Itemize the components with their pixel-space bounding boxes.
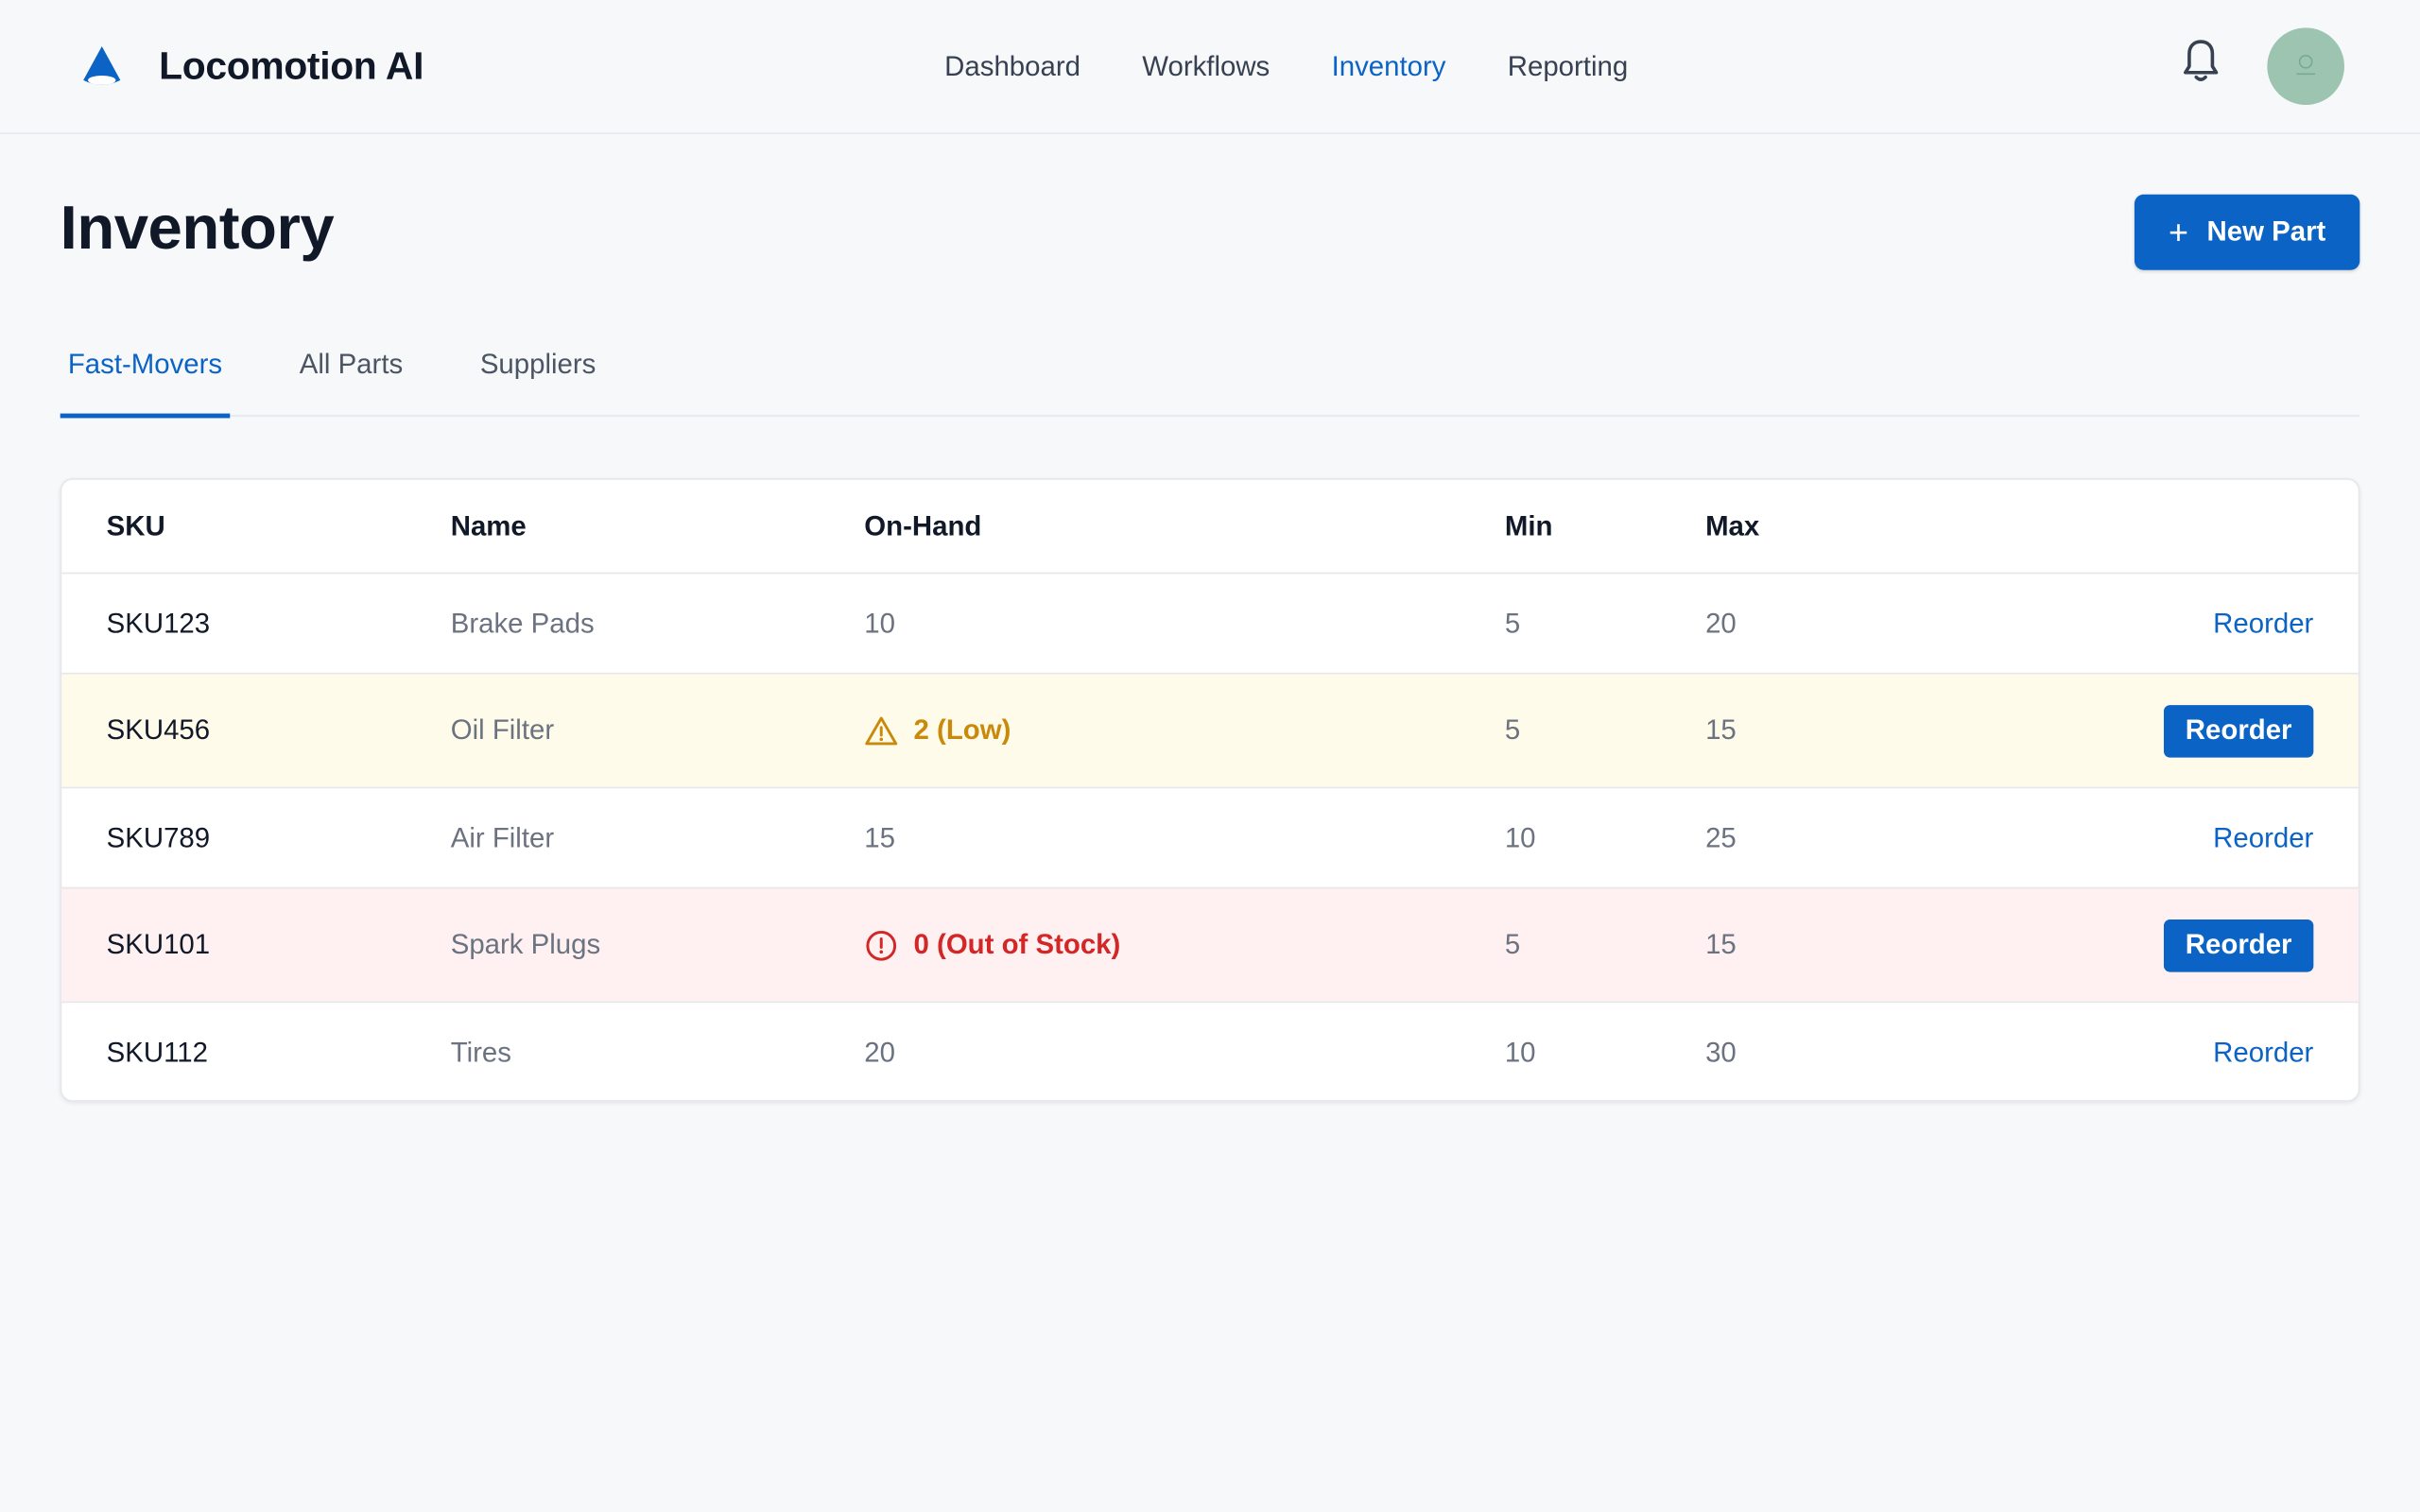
cell-on-hand: 20 [864,1037,895,1068]
nav-item-reporting[interactable]: Reporting [1508,50,1628,82]
table-row[interactable]: SKU101 Spark Plugs 0 (Out of Stock) 5 15… [61,886,2359,1002]
cell-on-hand: 0 (Out of Stock) [864,928,1120,962]
cell-min: 5 [1504,607,1521,639]
cell-max: 20 [1705,607,1737,639]
tab-fast-movers[interactable]: Fast-Movers [60,315,231,419]
tab-all-parts[interactable]: All Parts [292,315,411,413]
plus-icon: + [2168,212,2188,251]
inventory-tabs: Fast-Movers All Parts Suppliers [60,315,2360,419]
reorder-link[interactable]: Reorder [2213,1037,2313,1069]
low-stock-status: 2 (Low) [913,713,1011,746]
nav-item-dashboard[interactable]: Dashboard [944,50,1080,82]
cell-sku: SKU456 [106,713,211,746]
cell-name: Air Filter [450,821,555,853]
column-header-on-hand[interactable]: On-Hand [864,510,981,542]
app-root: Locomotion AI Dashboard Workflows Invent… [0,0,2420,1512]
cell-sku: SKU101 [106,928,211,960]
avatar[interactable] [2267,27,2344,106]
cell-min: 5 [1504,928,1521,960]
nav-item-inventory[interactable]: Inventory [1332,50,1446,82]
bell-icon[interactable] [2179,37,2222,86]
cell-min: 10 [1504,821,1536,853]
avatar-emblem-icon [2296,54,2315,76]
cell-name: Brake Pads [450,607,595,639]
brand[interactable]: Locomotion AI [78,0,424,132]
reorder-link[interactable]: Reorder [2213,607,2313,639]
cell-max: 30 [1705,1037,1737,1068]
alert-circle-icon [866,930,897,960]
cell-sku: SKU112 [106,1037,208,1068]
table-header-row: SKU Name On-Hand Min Max [61,480,2358,573]
main-nav: Dashboard Workflows Inventory Reporting [944,0,1689,132]
reorder-button[interactable]: Reorder [2163,919,2314,971]
column-header-max[interactable]: Max [1705,510,1759,542]
cell-min: 5 [1504,713,1521,746]
out-of-stock-status: 0 (Out of Stock) [913,928,1121,960]
cell-max: 15 [1705,928,1737,960]
cell-on-hand: 15 [864,821,895,853]
logo-icon [83,45,121,85]
cell-name: Oil Filter [450,713,555,746]
cell-sku: SKU789 [106,821,211,853]
table-row[interactable]: SKU112 Tires 20 10 30 Reorder [61,1001,2359,1100]
column-header-min[interactable]: Min [1505,510,1553,542]
table-row[interactable]: SKU789 Air Filter 15 10 25 Reorder [61,786,2359,887]
cell-on-hand: 10 [864,607,895,639]
top-navigation-bar: Locomotion AI Dashboard Workflows Invent… [0,0,2420,135]
cell-max: 15 [1705,713,1737,746]
table-row[interactable]: SKU123 Brake Pads 10 5 20 Reorder [61,572,2359,673]
nav-item-workflows[interactable]: Workflows [1142,50,1270,82]
column-header-sku[interactable]: SKU [107,510,165,542]
new-part-button[interactable]: + New Part [2134,194,2360,270]
cell-name: Spark Plugs [450,928,601,960]
column-header-name[interactable]: Name [451,510,527,542]
reorder-button[interactable]: Reorder [2163,704,2314,757]
cell-max: 25 [1705,821,1737,853]
table-row[interactable]: SKU456 Oil Filter 2 (Low) 5 15 Reorder [61,672,2359,787]
page-title: Inventory [60,194,335,263]
cell-on-hand: 2 (Low) [864,713,1011,747]
inventory-table: SKU Name On-Hand Min Max SKU123 Brake Pa… [60,478,2360,1102]
reorder-link[interactable]: Reorder [2213,821,2313,853]
cell-min: 10 [1504,1037,1536,1068]
tab-suppliers[interactable]: Suppliers [473,315,604,413]
app-name: Locomotion AI [159,43,424,88]
cell-name: Tires [450,1037,511,1068]
warning-icon [865,715,898,745]
cell-sku: SKU123 [106,607,211,639]
new-part-label: New Part [2206,215,2326,248]
